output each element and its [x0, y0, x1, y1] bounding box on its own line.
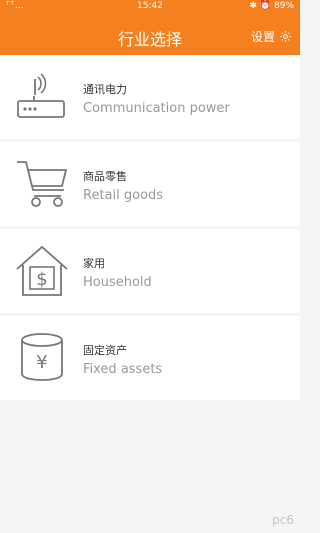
settings-button[interactable]: 设置	[251, 28, 292, 45]
router-icon	[17, 73, 65, 118]
industry-item-fixed-assets[interactable]: ¥ 固定资产 Fixed assets	[0, 316, 300, 400]
watermark: pc6	[272, 513, 294, 527]
house-dollar-icon: $	[16, 245, 68, 296]
svg-text:$: $	[36, 269, 47, 290]
industry-subtitle: Communication power	[83, 101, 230, 116]
industry-title: 商品零售	[83, 170, 127, 183]
top-bar: ᵀᵀ… 15:42 ✱ ⏰ 89% 行业选择 设置	[0, 0, 300, 55]
settings-label: 设置	[250, 30, 275, 44]
industry-item-household[interactable]: $ 家用 Household	[0, 229, 300, 313]
yen-cylinder-icon: ¥	[21, 333, 63, 381]
industry-title: 家用	[83, 257, 105, 270]
industry-item-retail[interactable]: 商品零售 Retail goods	[0, 142, 300, 226]
status-indicators: ✱ ⏰ 89%	[249, 1, 294, 11]
svg-text:¥: ¥	[36, 352, 47, 373]
status-bar: ᵀᵀ… 15:42 ✱ ⏰ 89%	[0, 0, 300, 14]
industry-subtitle: Fixed assets	[83, 362, 163, 377]
industry-subtitle: Retail goods	[83, 188, 164, 203]
industry-item-communication[interactable]: 通讯电力 Communication power	[0, 55, 300, 139]
shopping-cart-icon	[17, 161, 68, 207]
industry-title: 固定资产	[83, 344, 127, 357]
industry-list: 通讯电力 Communication power 商品零售 Retail goo…	[0, 55, 300, 400]
industry-subtitle: Household	[83, 275, 152, 290]
industry-title: 通讯电力	[83, 83, 127, 96]
gear-icon	[280, 31, 291, 42]
